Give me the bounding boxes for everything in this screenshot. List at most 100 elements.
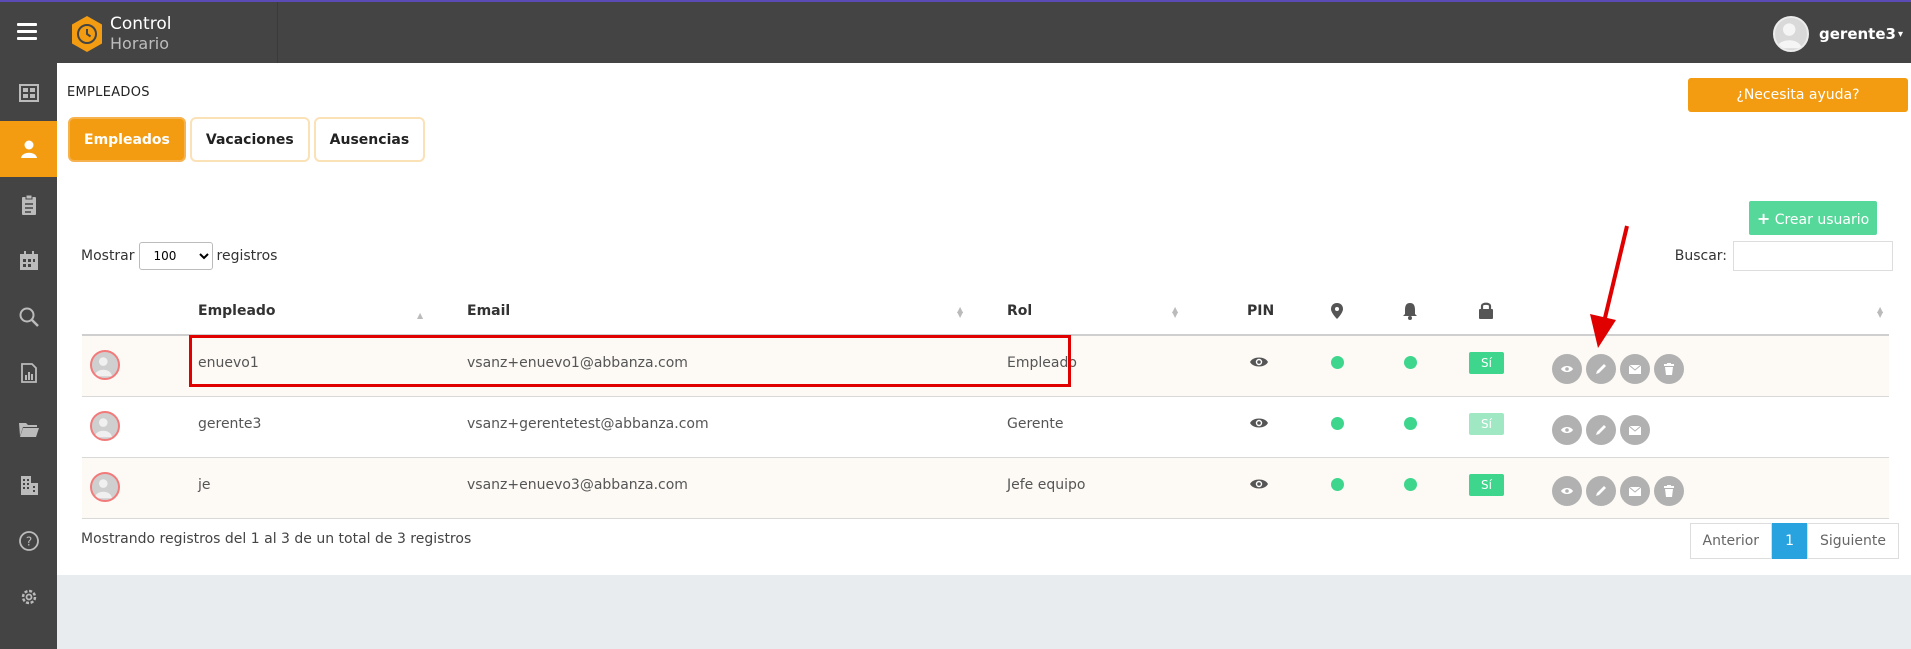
avatar <box>1773 16 1810 52</box>
status-badge: Sí <box>1469 413 1504 435</box>
edit-button[interactable] <box>1586 354 1616 384</box>
tab-employees[interactable]: Empleados <box>68 117 186 162</box>
edit-button[interactable] <box>1586 415 1616 445</box>
envelope-icon <box>1628 364 1642 374</box>
employee-role: Empleado <box>1007 355 1077 371</box>
sidebar-item-help[interactable]: ? <box>0 513 57 569</box>
tab-vacations[interactable]: Vacaciones <box>189 117 310 162</box>
avatar <box>90 472 120 502</box>
user-silhouette-icon <box>94 357 112 377</box>
sidebar-item-reports[interactable] <box>0 345 57 401</box>
column-header-employee[interactable]: Empleado <box>198 303 276 319</box>
view-button[interactable] <box>1552 476 1582 506</box>
location-status-dot <box>1331 478 1344 491</box>
sidebar-item-clipboard[interactable] <box>0 177 57 233</box>
column-header-role[interactable]: Rol <box>1007 303 1032 319</box>
envelope-icon <box>1628 425 1642 435</box>
user-silhouette-icon <box>94 418 112 438</box>
delete-button[interactable] <box>1654 354 1684 384</box>
eye-icon <box>1561 427 1573 433</box>
employee-name: je <box>198 477 211 493</box>
clock-logo-icon <box>72 16 102 52</box>
pagination: Anterior 1 Siguiente <box>1689 523 1899 559</box>
notification-status-dot <box>1404 356 1417 369</box>
employee-role: Jefe equipo <box>1007 477 1086 493</box>
trash-icon <box>1664 485 1674 497</box>
main-content: EMPLEADOS ¿Necesita ayuda? Empleados Vac… <box>57 63 1911 575</box>
sidebar-item-settings[interactable] <box>0 569 57 625</box>
folder-icon <box>18 423 39 437</box>
pencil-icon <box>1596 425 1606 435</box>
eye-icon <box>1561 366 1573 372</box>
email-button[interactable] <box>1620 476 1650 506</box>
search-label: Buscar: <box>1674 248 1727 264</box>
brand[interactable]: Control Horario <box>70 14 171 54</box>
table-row: gerente3 vsanz+gerentetest@abbanza.com G… <box>82 397 1889 458</box>
envelope-icon <box>1628 486 1642 496</box>
page-title: EMPLEADOS <box>67 85 150 100</box>
eye-icon[interactable] <box>1249 355 1269 369</box>
sidebar-item-employees[interactable] <box>0 121 57 177</box>
top-bar: Control Horario gerente3 ▾ <box>0 0 1911 63</box>
search-input[interactable] <box>1733 241 1893 271</box>
edit-button[interactable] <box>1586 476 1616 506</box>
plus-icon: + <box>1756 208 1771 228</box>
eye-icon[interactable] <box>1249 477 1269 491</box>
view-button[interactable] <box>1552 415 1582 445</box>
hamburger-menu-icon[interactable] <box>17 23 37 40</box>
sidebar-item-dashboard[interactable] <box>0 65 57 121</box>
create-user-button[interactable]: + Crear usuario <box>1749 201 1877 235</box>
sort-icon[interactable]: ▲ ▼ <box>1172 306 1178 319</box>
sort-icon[interactable]: ▲ ▼ <box>957 306 963 319</box>
show-label: Mostrar <box>81 248 135 264</box>
delete-button[interactable] <box>1654 476 1684 506</box>
user-icon <box>20 140 37 158</box>
trash-icon <box>1664 363 1674 375</box>
location-status-dot <box>1331 356 1344 369</box>
page-button-1[interactable]: 1 <box>1772 523 1807 559</box>
email-button[interactable] <box>1620 415 1650 445</box>
tab-absences[interactable]: Ausencias <box>313 117 426 162</box>
svg-text:?: ? <box>25 535 31 549</box>
sidebar-item-calendar[interactable] <box>0 233 57 289</box>
eye-icon <box>1561 488 1573 494</box>
help-button[interactable]: ¿Necesita ayuda? <box>1688 78 1908 112</box>
notification-status-dot <box>1404 478 1417 491</box>
email-button[interactable] <box>1620 354 1650 384</box>
create-user-label: Crear usuario <box>1774 211 1870 228</box>
location-pin-icon <box>1331 303 1343 319</box>
employee-email: vsanz+enuevo1@abbanza.com <box>467 355 688 371</box>
sort-icon[interactable]: ▲ ▼ <box>1877 306 1883 319</box>
user-silhouette-icon <box>94 479 112 499</box>
brand-line-1: Control <box>110 14 172 34</box>
report-icon <box>20 363 37 383</box>
records-label: registros <box>216 248 278 264</box>
calendar-icon <box>19 251 38 270</box>
page-length-select[interactable]: 100 <box>138 242 213 270</box>
pencil-icon <box>1596 364 1606 374</box>
eye-icon[interactable] <box>1249 416 1269 430</box>
employees-table: Empleado ▲ Email ▲ ▼ Rol ▲ ▼ PIN ▲ ▼ enuevo… <box>82 286 1889 519</box>
page-length-control: Mostrar 100 registros <box>81 242 277 270</box>
building-icon <box>20 476 38 495</box>
sidebar-item-company[interactable] <box>0 457 57 513</box>
column-header-email[interactable]: Email <box>467 303 510 319</box>
sidebar-item-search[interactable] <box>0 289 57 345</box>
sidebar-item-documents[interactable] <box>0 401 57 457</box>
user-menu[interactable]: gerente3 ▾ <box>1773 16 1903 52</box>
table-info: Mostrando registros del 1 al 3 de un tot… <box>81 531 472 547</box>
prev-page-button[interactable]: Anterior <box>1689 523 1773 559</box>
chevron-down-icon: ▾ <box>1897 28 1903 40</box>
bell-icon <box>1403 303 1417 320</box>
pencil-icon <box>1596 486 1606 496</box>
next-page-button[interactable]: Siguiente <box>1806 523 1899 559</box>
avatar <box>90 350 120 380</box>
search-control: Buscar: <box>1675 241 1893 271</box>
clipboard-icon <box>21 194 36 215</box>
sidebar: ? <box>0 63 57 649</box>
view-button[interactable] <box>1552 354 1582 384</box>
gear-icon <box>21 589 36 605</box>
sort-asc-icon[interactable]: ▲ <box>417 312 423 320</box>
status-badge: Sí <box>1469 474 1504 496</box>
table-header: Empleado ▲ Email ▲ ▼ Rol ▲ ▼ PIN ▲ ▼ <box>82 286 1889 336</box>
